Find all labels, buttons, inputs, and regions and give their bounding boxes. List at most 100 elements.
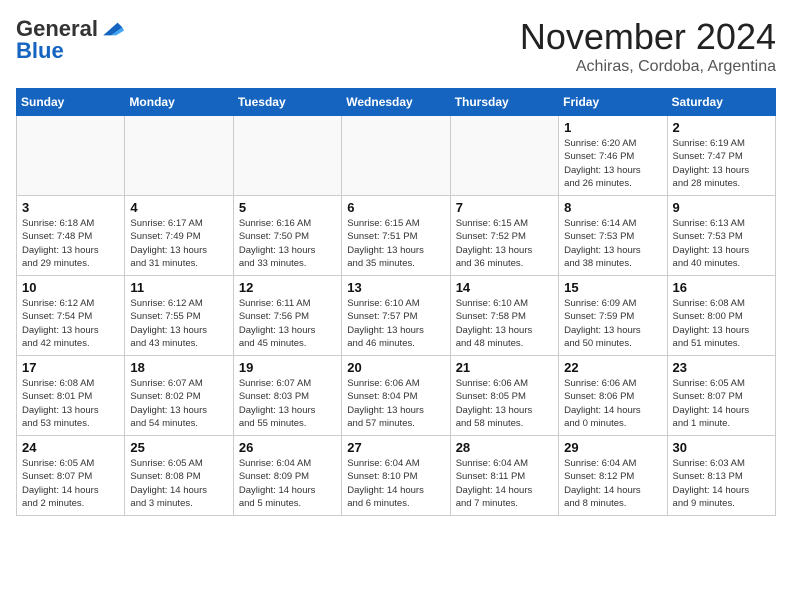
day-number: 22 xyxy=(564,360,661,375)
calendar-cell: 22 Sunrise: 6:06 AM Sunset: 8:06 PM Dayli… xyxy=(559,356,667,436)
calendar-cell: 21Sunrise: 6:06 AM Sunset: 8:05 PM Dayli… xyxy=(450,356,558,436)
calendar-cell: 1 Sunrise: 6:20 AM Sunset: 7:46 PM Daylig… xyxy=(559,116,667,196)
calendar-cell: 18 Sunrise: 6:07 AM Sunset: 8:02 PM Dayli… xyxy=(125,356,233,436)
calendar-cell: 15Sunrise: 6:09 AM Sunset: 7:59 PM Dayli… xyxy=(559,276,667,356)
calendar-cell: 3 Sunrise: 6:18 AM Sunset: 7:48 PM Daylig… xyxy=(17,196,125,276)
calendar-cell: 5 Sunrise: 6:16 AM Sunset: 7:50 PM Daylig… xyxy=(233,196,341,276)
day-number: 24 xyxy=(22,440,119,455)
calendar-week-row: 1 Sunrise: 6:20 AM Sunset: 7:46 PM Daylig… xyxy=(17,116,776,196)
calendar-cell: 6 Sunrise: 6:15 AM Sunset: 7:51 PM Daylig… xyxy=(342,196,450,276)
calendar-cell: 23 Sunrise: 6:05 AM Sunset: 8:07 PM Dayli… xyxy=(667,356,775,436)
calendar-cell: 26Sunrise: 6:04 AM Sunset: 8:09 PM Dayli… xyxy=(233,436,341,516)
day-info: Sunrise: 6:04 AM Sunset: 8:11 PM Dayligh… xyxy=(456,457,553,510)
calendar-cell: 19Sunrise: 6:07 AM Sunset: 8:03 PM Dayli… xyxy=(233,356,341,436)
calendar-cell xyxy=(342,116,450,196)
calendar-cell: 13 Sunrise: 6:10 AM Sunset: 7:57 PM Dayli… xyxy=(342,276,450,356)
day-info: Sunrise: 6:20 AM Sunset: 7:46 PM Dayligh… xyxy=(564,137,661,190)
calendar-cell: 12Sunrise: 6:11 AM Sunset: 7:56 PM Dayli… xyxy=(233,276,341,356)
day-info: Sunrise: 6:10 AM Sunset: 7:57 PM Dayligh… xyxy=(347,297,444,350)
day-info: Sunrise: 6:17 AM Sunset: 7:49 PM Dayligh… xyxy=(130,217,227,270)
day-number: 23 xyxy=(673,360,770,375)
calendar-cell xyxy=(450,116,558,196)
calendar-cell: 20 Sunrise: 6:06 AM Sunset: 8:04 PM Dayli… xyxy=(342,356,450,436)
day-number: 25 xyxy=(130,440,227,455)
month-title: November 2024 xyxy=(520,16,776,58)
day-number: 30 xyxy=(673,440,770,455)
day-info: Sunrise: 6:05 AM Sunset: 8:08 PM Dayligh… xyxy=(130,457,227,510)
calendar-cell xyxy=(125,116,233,196)
logo-icon xyxy=(100,17,124,41)
weekday-header-thursday: Thursday xyxy=(450,89,558,116)
day-info: Sunrise: 6:04 AM Sunset: 8:12 PM Dayligh… xyxy=(564,457,661,510)
calendar-week-row: 24 Sunrise: 6:05 AM Sunset: 8:07 PM Dayli… xyxy=(17,436,776,516)
weekday-header-row: SundayMondayTuesdayWednesdayThursdayFrid… xyxy=(17,89,776,116)
day-number: 8 xyxy=(564,200,661,215)
day-info: Sunrise: 6:06 AM Sunset: 8:05 PM Dayligh… xyxy=(456,377,553,430)
calendar-table: SundayMondayTuesdayWednesdayThursdayFrid… xyxy=(16,88,776,516)
day-info: Sunrise: 6:03 AM Sunset: 8:13 PM Dayligh… xyxy=(673,457,770,510)
header: General Blue November 2024 Achiras, Cord… xyxy=(16,16,776,76)
weekday-header-saturday: Saturday xyxy=(667,89,775,116)
day-info: Sunrise: 6:13 AM Sunset: 7:53 PM Dayligh… xyxy=(673,217,770,270)
day-info: Sunrise: 6:05 AM Sunset: 8:07 PM Dayligh… xyxy=(22,457,119,510)
day-number: 6 xyxy=(347,200,444,215)
day-number: 1 xyxy=(564,120,661,135)
calendar-cell xyxy=(233,116,341,196)
logo-blue-text: Blue xyxy=(16,38,64,64)
day-info: Sunrise: 6:18 AM Sunset: 7:48 PM Dayligh… xyxy=(22,217,119,270)
calendar-cell: 9Sunrise: 6:13 AM Sunset: 7:53 PM Daylig… xyxy=(667,196,775,276)
calendar-week-row: 3 Sunrise: 6:18 AM Sunset: 7:48 PM Daylig… xyxy=(17,196,776,276)
day-info: Sunrise: 6:07 AM Sunset: 8:02 PM Dayligh… xyxy=(130,377,227,430)
day-number: 18 xyxy=(130,360,227,375)
day-info: Sunrise: 6:16 AM Sunset: 7:50 PM Dayligh… xyxy=(239,217,336,270)
calendar-cell: 8Sunrise: 6:14 AM Sunset: 7:53 PM Daylig… xyxy=(559,196,667,276)
calendar-cell: 24 Sunrise: 6:05 AM Sunset: 8:07 PM Dayli… xyxy=(17,436,125,516)
day-info: Sunrise: 6:05 AM Sunset: 8:07 PM Dayligh… xyxy=(673,377,770,430)
weekday-header-sunday: Sunday xyxy=(17,89,125,116)
day-number: 3 xyxy=(22,200,119,215)
day-number: 20 xyxy=(347,360,444,375)
day-info: Sunrise: 6:08 AM Sunset: 8:00 PM Dayligh… xyxy=(673,297,770,350)
weekday-header-friday: Friday xyxy=(559,89,667,116)
day-number: 29 xyxy=(564,440,661,455)
logo: General Blue xyxy=(16,16,124,64)
day-info: Sunrise: 6:08 AM Sunset: 8:01 PM Dayligh… xyxy=(22,377,119,430)
day-number: 13 xyxy=(347,280,444,295)
day-number: 14 xyxy=(456,280,553,295)
day-number: 28 xyxy=(456,440,553,455)
calendar-cell: 17Sunrise: 6:08 AM Sunset: 8:01 PM Dayli… xyxy=(17,356,125,436)
day-info: Sunrise: 6:12 AM Sunset: 7:54 PM Dayligh… xyxy=(22,297,119,350)
calendar-week-row: 10 Sunrise: 6:12 AM Sunset: 7:54 PM Dayli… xyxy=(17,276,776,356)
calendar-cell: 4Sunrise: 6:17 AM Sunset: 7:49 PM Daylig… xyxy=(125,196,233,276)
day-number: 10 xyxy=(22,280,119,295)
calendar-cell xyxy=(17,116,125,196)
day-info: Sunrise: 6:15 AM Sunset: 7:52 PM Dayligh… xyxy=(456,217,553,270)
calendar-cell: 28 Sunrise: 6:04 AM Sunset: 8:11 PM Dayli… xyxy=(450,436,558,516)
calendar-cell: 16 Sunrise: 6:08 AM Sunset: 8:00 PM Dayli… xyxy=(667,276,775,356)
calendar-cell: 7 Sunrise: 6:15 AM Sunset: 7:52 PM Daylig… xyxy=(450,196,558,276)
day-number: 27 xyxy=(347,440,444,455)
day-info: Sunrise: 6:11 AM Sunset: 7:56 PM Dayligh… xyxy=(239,297,336,350)
calendar-cell: 25 Sunrise: 6:05 AM Sunset: 8:08 PM Dayli… xyxy=(125,436,233,516)
weekday-header-monday: Monday xyxy=(125,89,233,116)
location: Achiras, Cordoba, Argentina xyxy=(520,58,776,76)
weekday-header-wednesday: Wednesday xyxy=(342,89,450,116)
day-info: Sunrise: 6:06 AM Sunset: 8:04 PM Dayligh… xyxy=(347,377,444,430)
day-info: Sunrise: 6:06 AM Sunset: 8:06 PM Dayligh… xyxy=(564,377,661,430)
day-number: 16 xyxy=(673,280,770,295)
calendar-cell: 30 Sunrise: 6:03 AM Sunset: 8:13 PM Dayli… xyxy=(667,436,775,516)
day-info: Sunrise: 6:12 AM Sunset: 7:55 PM Dayligh… xyxy=(130,297,227,350)
calendar-cell: 14Sunrise: 6:10 AM Sunset: 7:58 PM Dayli… xyxy=(450,276,558,356)
day-number: 19 xyxy=(239,360,336,375)
calendar-week-row: 17Sunrise: 6:08 AM Sunset: 8:01 PM Dayli… xyxy=(17,356,776,436)
day-number: 5 xyxy=(239,200,336,215)
day-number: 15 xyxy=(564,280,661,295)
day-info: Sunrise: 6:15 AM Sunset: 7:51 PM Dayligh… xyxy=(347,217,444,270)
day-number: 7 xyxy=(456,200,553,215)
day-number: 11 xyxy=(130,280,227,295)
day-info: Sunrise: 6:19 AM Sunset: 7:47 PM Dayligh… xyxy=(673,137,770,190)
day-number: 2 xyxy=(673,120,770,135)
calendar-cell: 11 Sunrise: 6:12 AM Sunset: 7:55 PM Dayli… xyxy=(125,276,233,356)
title-section: November 2024 Achiras, Cordoba, Argentin… xyxy=(520,16,776,76)
calendar-cell: 27Sunrise: 6:04 AM Sunset: 8:10 PM Dayli… xyxy=(342,436,450,516)
